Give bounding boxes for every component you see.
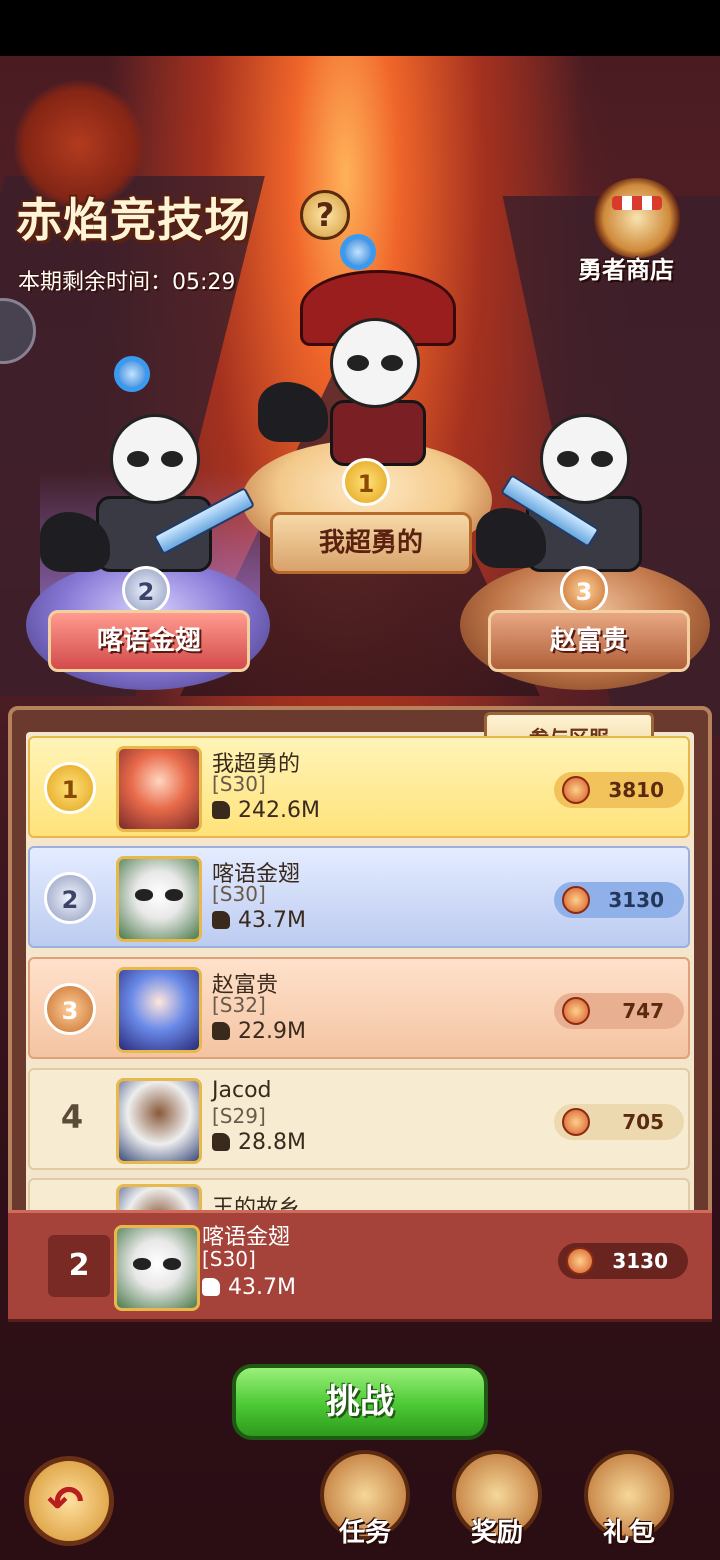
eye — [163, 1258, 181, 1270]
challenge-button[interactable]: 挑战 — [232, 1364, 488, 1440]
ranking-row[interactable]: 1 我超勇的 [S30] 242.6M 3810 — [28, 736, 690, 838]
score-value: 747 — [622, 999, 664, 1023]
back-button[interactable]: ↶ — [24, 1456, 114, 1546]
trophy-icon — [562, 886, 590, 914]
score-pill: 3810 — [554, 772, 684, 808]
character-robe — [330, 400, 426, 466]
power-value: 22.9M — [238, 1019, 306, 1044]
ranking-row[interactable]: 2 喀语金翅 [S30] 43.7M 3130 — [28, 846, 690, 948]
podium-name-first[interactable]: 我超勇的 — [270, 512, 472, 574]
player-power: 43.7M — [212, 908, 306, 933]
champion-character[interactable] — [330, 318, 420, 408]
swirl-effect-icon — [340, 234, 376, 270]
task-label[interactable]: 任务 — [320, 1512, 410, 1549]
back-arrow-icon: ↶ — [47, 1477, 84, 1528]
my-rank-bar: 2 喀语金翅 [S30] 43.7M 3130 — [8, 1210, 712, 1322]
score-pill: 747 — [554, 993, 684, 1029]
rank-medal-second: 2 — [122, 566, 170, 614]
power-value: 43.7M — [238, 908, 306, 933]
third-place-character[interactable] — [540, 414, 630, 504]
trophy-icon — [562, 1108, 590, 1136]
trophy-icon — [562, 997, 590, 1025]
shop-label[interactable]: 勇者商店 — [578, 250, 674, 285]
gift-label[interactable]: 礼包 — [584, 1512, 674, 1549]
player-power: 242.6M — [212, 798, 320, 823]
player-power: 28.8M — [212, 1130, 306, 1155]
fist-icon — [212, 911, 230, 929]
my-score-value: 3130 — [612, 1249, 668, 1273]
eye — [165, 889, 183, 901]
rank-medal-first: 1 — [342, 458, 390, 506]
player-server: [S30] — [212, 882, 266, 906]
fist-icon — [202, 1278, 220, 1296]
player-power: 22.9M — [212, 1019, 306, 1044]
avatar[interactable] — [116, 967, 202, 1053]
my-power-value: 43.7M — [228, 1275, 296, 1300]
avatar[interactable] — [116, 1078, 202, 1164]
score-value: 3810 — [608, 778, 664, 802]
fist-icon — [212, 1022, 230, 1040]
player-server: [S30] — [212, 772, 266, 796]
rank-medal-third: 3 — [560, 566, 608, 614]
my-score-pill: 3130 — [558, 1243, 688, 1279]
ranking-row[interactable]: 4 Jacod [S29] 28.8M 705 — [28, 1068, 690, 1170]
power-value: 28.8M — [238, 1130, 306, 1155]
reward-label[interactable]: 奖励 — [452, 1512, 542, 1549]
fist-icon — [212, 801, 230, 819]
eye — [133, 1258, 151, 1270]
avatar[interactable] — [116, 856, 202, 942]
ranking-row[interactable]: 3 赵富贵 [S32] 22.9M 747 — [28, 957, 690, 1059]
help-icon[interactable]: ? — [300, 190, 350, 240]
player-server: [S29] — [212, 1104, 266, 1128]
my-player-power: 43.7M — [202, 1275, 296, 1300]
avatar[interactable] — [116, 746, 202, 832]
player-name: Jacod — [212, 1078, 272, 1103]
score-pill: 705 — [554, 1104, 684, 1140]
page-title: 赤焰竞技场 — [16, 193, 251, 247]
rank-badge-silver: 2 — [44, 872, 96, 924]
status-bar — [0, 0, 720, 56]
score-value: 3130 — [608, 888, 664, 912]
score-pill: 3130 — [554, 882, 684, 918]
eye — [135, 889, 153, 901]
second-place-character[interactable] — [110, 414, 200, 504]
power-value: 242.6M — [238, 798, 320, 823]
rank-badge-bronze: 3 — [44, 983, 96, 1035]
trophy-icon — [562, 776, 590, 804]
swirl-effect-icon — [114, 356, 150, 392]
rank-badge-gold: 1 — [44, 762, 96, 814]
podium-name-third[interactable]: 赵富贵 — [488, 610, 690, 672]
rank-number: 4 — [60, 1098, 84, 1136]
shop-icon[interactable] — [592, 178, 682, 258]
trophy-icon — [566, 1247, 594, 1275]
my-rank-number: 2 — [48, 1235, 110, 1297]
my-player-server: [S30] — [202, 1247, 256, 1271]
score-value: 705 — [622, 1110, 664, 1134]
my-avatar[interactable] — [114, 1225, 200, 1311]
season-timer: 本期剩余时间：05:29 — [18, 270, 236, 295]
player-server: [S32] — [212, 993, 266, 1017]
podium-name-second[interactable]: 喀语金翅 — [48, 610, 250, 672]
fist-icon — [212, 1133, 230, 1151]
